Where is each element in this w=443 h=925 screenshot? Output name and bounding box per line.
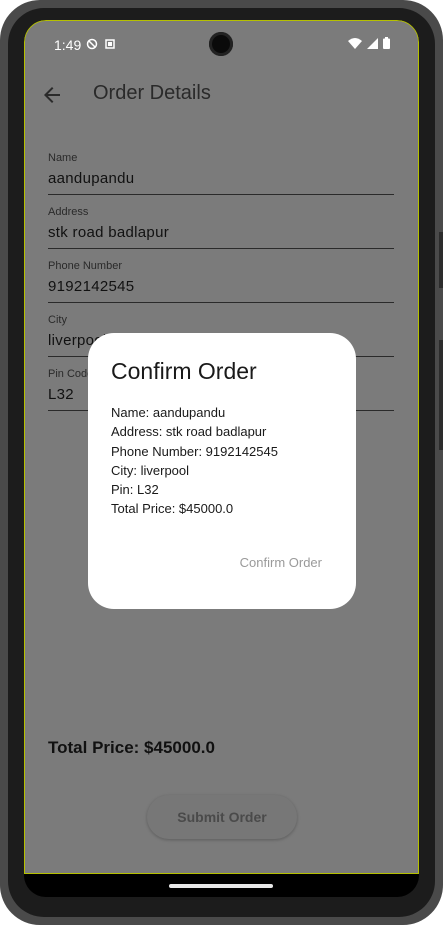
status-time: 1:49: [54, 37, 82, 53]
volume-button: [439, 232, 443, 288]
phone-number-field[interactable]: Phone Number 9192142545: [48, 259, 394, 303]
field-label: Address: [48, 206, 89, 218]
dialog-line-phone: Phone Number: 9192142545: [111, 443, 278, 459]
home-gesture-handle[interactable]: [169, 884, 273, 888]
dialog-line-name: Name: aandupandu: [111, 405, 226, 420]
navigation-bar: [24, 874, 419, 897]
submit-order-button[interactable]: Submit Order: [147, 795, 297, 839]
field-value[interactable]: stk road badlapur: [48, 223, 394, 243]
field-label: Phone Number: [48, 260, 122, 272]
field-label: Name: [48, 152, 78, 164]
dialog-body: Name: aandupandu Address: stk road badla…: [111, 403, 278, 519]
battery-icon: [383, 37, 390, 49]
field-value[interactable]: 9192142545: [48, 277, 394, 297]
power-button: [439, 340, 443, 450]
status-icons-left: [86, 38, 116, 50]
dialog-line-city: City: liverpool: [111, 462, 190, 478]
clipboard-icon: [105, 39, 115, 49]
wifi-icon: [348, 37, 362, 49]
dialog-line-total: Total Price: $45000.0: [111, 501, 234, 517]
field-value[interactable]: aandupandu: [48, 169, 394, 189]
device-frame: 1:49 Order Details Name aandupandu Addre…: [0, 0, 443, 925]
status-icons-right: [348, 37, 390, 49]
dialog-title: Confirm Order: [111, 358, 257, 384]
confirm-order-dialog: Confirm Order Name: aandupandu Address: …: [88, 333, 356, 609]
signal-icon: [367, 37, 378, 49]
name-field[interactable]: Name aandupandu: [48, 151, 394, 195]
dialog-line-pin: Pin: L32: [111, 482, 159, 498]
front-camera: [209, 32, 233, 56]
do-not-disturb-icon: [86, 38, 98, 50]
confirm-order-button[interactable]: Confirm Order: [240, 555, 322, 570]
page-title: Order Details: [93, 82, 211, 104]
back-arrow-icon[interactable]: [40, 83, 64, 107]
screen: 1:49 Order Details Name aandupandu Addre…: [24, 20, 419, 897]
address-field[interactable]: Address stk road badlapur: [48, 205, 394, 249]
total-price: Total Price: $45000.0: [48, 738, 215, 757]
order-details-screen: 1:49 Order Details Name aandupandu Addre…: [24, 20, 419, 874]
dialog-line-address: Address: stk road badlapur: [111, 424, 267, 440]
field-label: City: [48, 314, 67, 326]
